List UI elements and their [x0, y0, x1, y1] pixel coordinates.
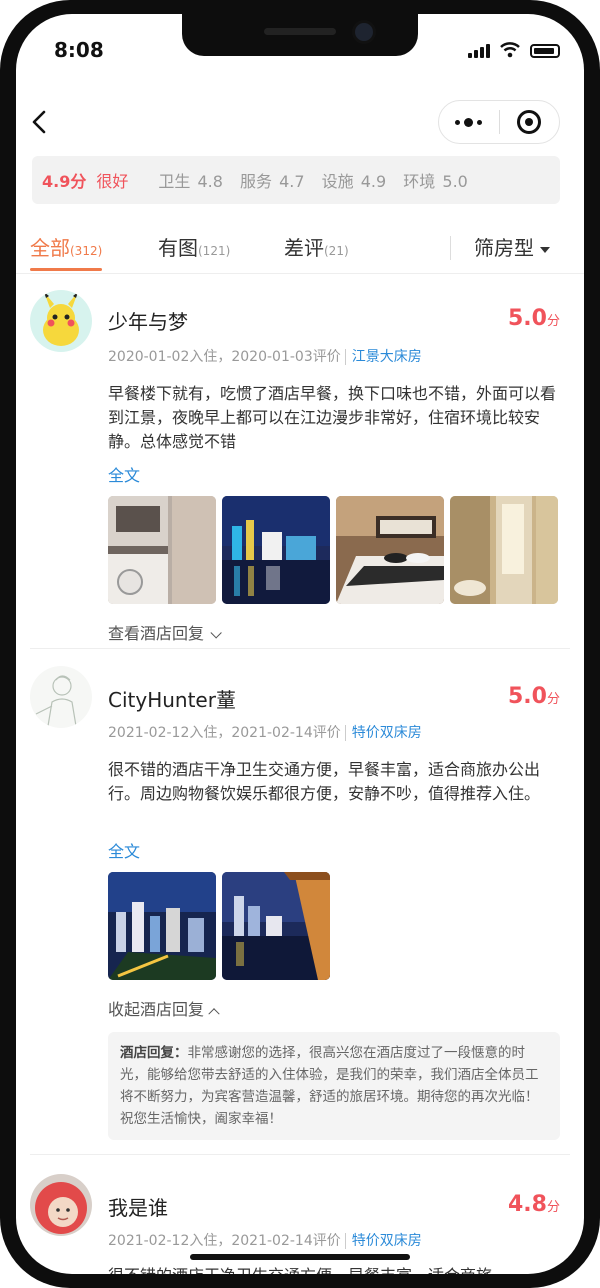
tab-with-photos[interactable]: 有图(121) [158, 232, 230, 261]
hotel-reply-label: 酒店回复： [120, 1045, 188, 1061]
tab-all[interactable]: 全部(312) [30, 232, 102, 261]
tab-underline [30, 268, 102, 271]
review-rating: 4.8分 [508, 1192, 560, 1217]
review-photo-river-night[interactable] [222, 496, 330, 604]
wifi-icon [500, 42, 520, 58]
room-type-link[interactable]: 特价双床房 [344, 725, 422, 741]
fulltext-link[interactable]: 全文 [108, 838, 140, 862]
review-photo-city-night[interactable] [108, 872, 216, 980]
review-photos [108, 872, 330, 980]
review-photo-bathroom[interactable] [450, 496, 558, 604]
sub-scores: 卫生 4.8 服务 4.7 设施 4.9 环境 5.0 [158, 168, 477, 192]
overall-word: 很好 [96, 172, 129, 191]
chevron-down-icon [210, 627, 222, 639]
review-text: 很不错的酒店干净卫生交通方便，早餐丰富，适合商旅 [108, 1264, 562, 1274]
collapse-hotel-reply-toggle[interactable]: 收起酒店回复 [108, 996, 220, 1020]
reviewer-name: 我是谁 [108, 1196, 168, 1220]
review-meta: 2021-02-12入住，2021-02-14评价 特价双床房 [108, 1233, 422, 1249]
room-type-filter[interactable]: 筛房型 [474, 232, 550, 261]
room-type-link[interactable]: 江景大床房 [344, 349, 422, 365]
signal-icon [468, 44, 490, 58]
tab-divider [450, 236, 451, 260]
avatar[interactable] [30, 290, 92, 352]
score-facility: 设施 4.9 [321, 172, 387, 191]
review-rating: 5.0分 [508, 306, 560, 331]
more-icon[interactable] [439, 117, 499, 127]
notch [182, 14, 418, 56]
mini-program-capsule [438, 100, 560, 144]
status-icons [468, 42, 560, 58]
review-meta: 2021-02-12入住，2021-02-14评价 特价双床房 [108, 725, 422, 741]
room-type-link[interactable]: 特价双床房 [344, 1233, 422, 1249]
battery-icon [530, 44, 560, 58]
score-service: 服务 4.7 [240, 172, 305, 191]
reviewer-name: 少年与梦 [108, 310, 188, 334]
home-indicator [190, 1254, 410, 1260]
phone-frame: 8:08 4.9分 很好 卫生 4.8 服务 4.7 设施 4.9 环境 5.0… [0, 0, 600, 1288]
review-tabs: 全部(312) 有图(121) 差评(21) 筛房型 [16, 224, 584, 274]
back-arrow-icon[interactable] [28, 108, 52, 136]
review-photo-skyline-dusk[interactable] [222, 872, 330, 980]
review-photo-kitchen[interactable] [108, 496, 216, 604]
view-hotel-reply-toggle[interactable]: 查看酒店回复 [108, 620, 222, 644]
divider [30, 648, 570, 649]
review-rating: 5.0分 [508, 684, 560, 709]
tab-negative[interactable]: 差评(21) [284, 232, 349, 261]
score-environment: 环境 5.0 [403, 172, 468, 191]
review-photos [108, 496, 558, 604]
review-text: 早餐楼下就有，吃惯了酒店早餐，换下口味也不错，外面可以看到江景，夜晚早上都可以在… [108, 384, 557, 451]
screen: 8:08 4.9分 很好 卫生 4.8 服务 4.7 设施 4.9 环境 5.0… [16, 14, 584, 1274]
divider [30, 1154, 570, 1155]
review-photo-bedroom[interactable] [336, 496, 444, 604]
close-target-icon[interactable] [499, 110, 559, 134]
chevron-up-icon [208, 1008, 220, 1020]
review-text: 很不错的酒店干净卫生交通方便，早餐丰富，适合商旅办公出行。周边购物餐饮娱乐都很方… [108, 760, 541, 803]
reviewer-name: CityHunter蕫 [108, 688, 236, 712]
fulltext-link[interactable]: 全文 [108, 462, 140, 486]
status-time: 8:08 [54, 38, 104, 62]
review-meta: 2020-01-02入住，2020-01-03评价 江景大床房 [108, 349, 422, 365]
caret-down-icon [540, 246, 550, 253]
hotel-reply: 酒店回复：非常感谢您的选择，很高兴您在酒店度过了一段惬意的时光，能够给您带去舒适… [108, 1032, 560, 1140]
avatar[interactable] [30, 666, 92, 728]
score-hygiene: 卫生 4.8 [158, 172, 223, 191]
overall-score: 4.9分 [42, 172, 87, 191]
avatar[interactable] [30, 1174, 92, 1236]
score-summary: 4.9分 很好 卫生 4.8 服务 4.7 设施 4.9 环境 5.0 [32, 156, 560, 204]
